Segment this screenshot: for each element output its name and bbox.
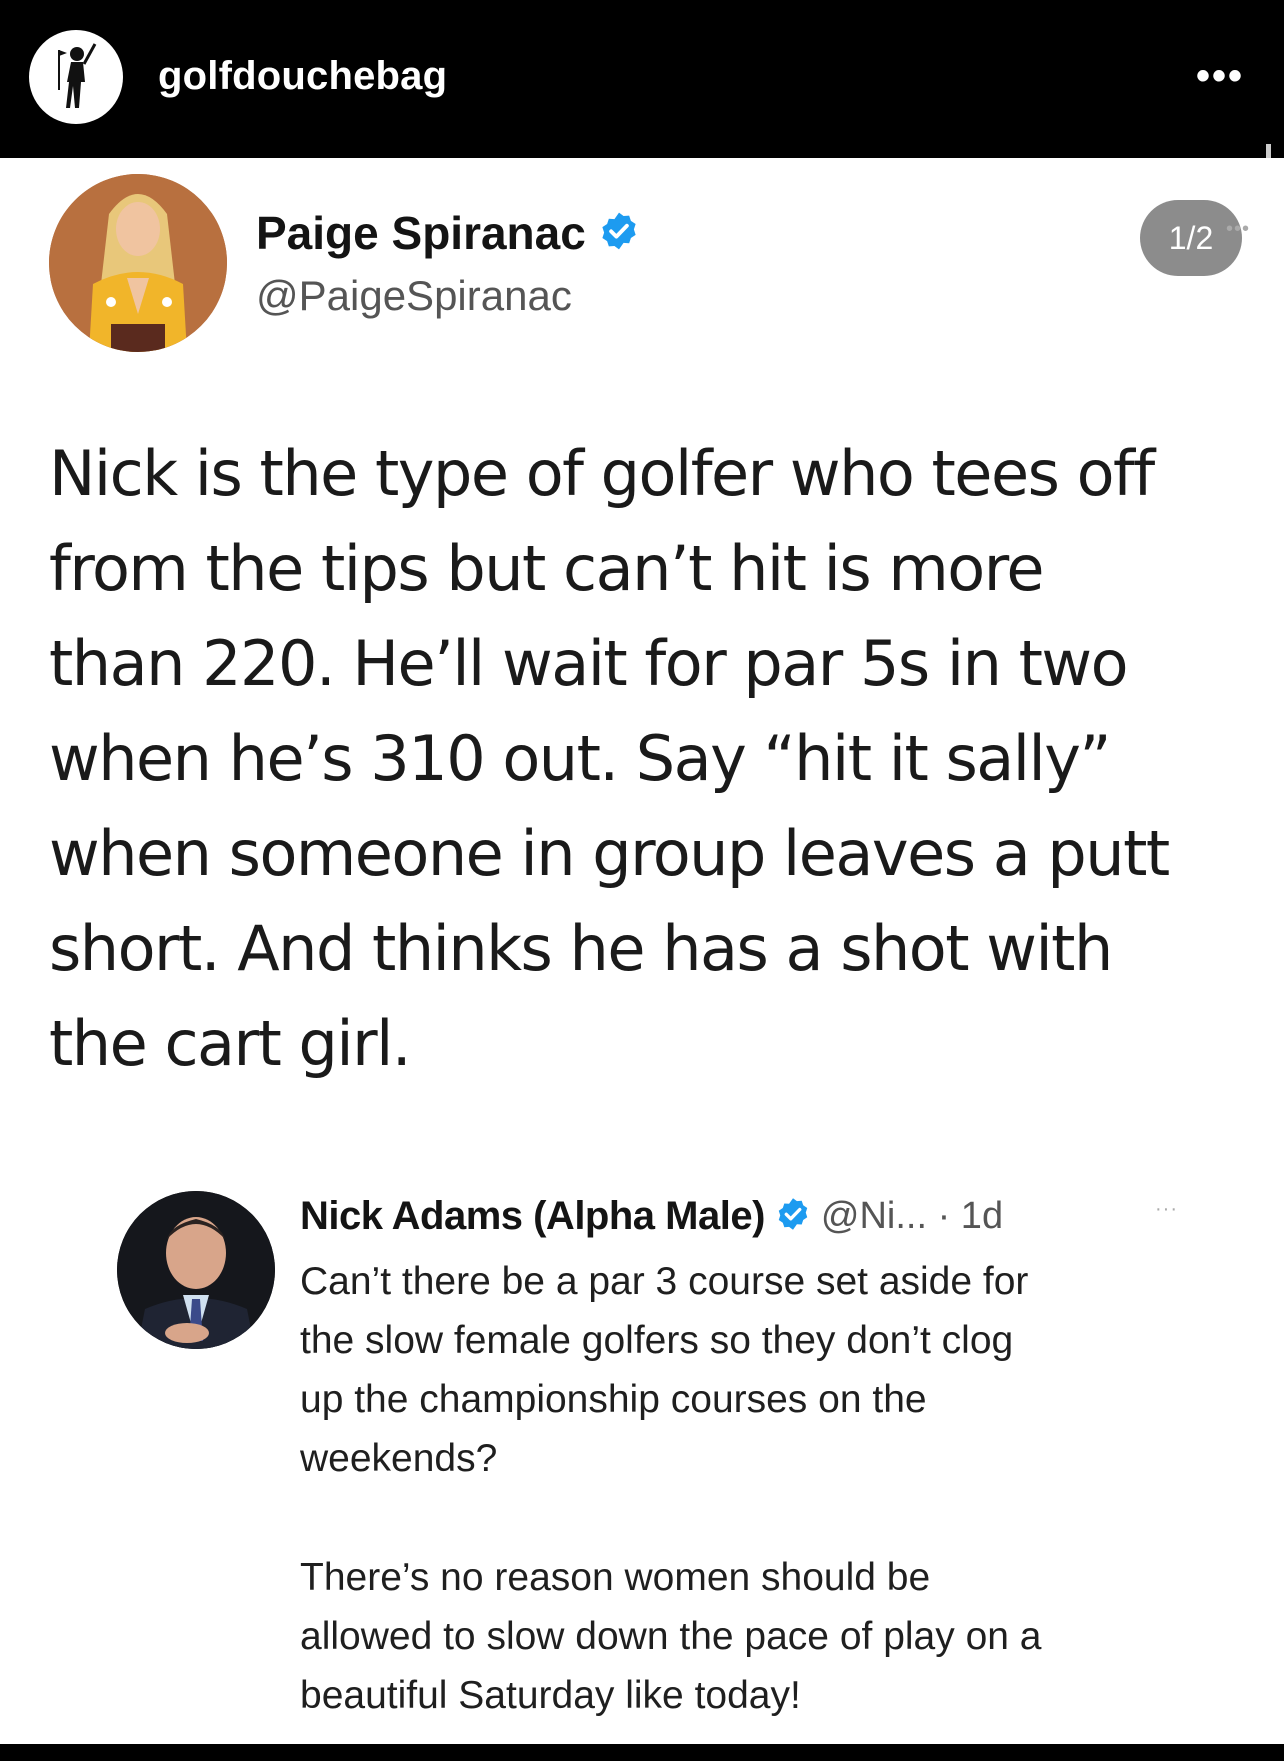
- tweet-text: Nick is the type of golfer who tees off …: [49, 437, 1170, 1080]
- golfer-silhouette-icon: [31, 32, 121, 122]
- tweet-author-name: Paige Spiranac: [256, 207, 586, 259]
- account-avatar[interactable]: [29, 30, 123, 124]
- more-dots-icon: •••: [1226, 218, 1251, 240]
- bottom-bar: [0, 1744, 1284, 1761]
- quoted-tweet-header: Nick Adams (Alpha Male) @Ni... · 1d: [300, 1194, 1003, 1239]
- tweet-author-row: Paige Spiranac: [256, 206, 640, 260]
- account-username[interactable]: golfdouchebag: [158, 54, 447, 99]
- nick-avatar: [117, 1191, 275, 1349]
- quoted-author-handle: @Ni... · 1d: [820, 1195, 1004, 1237]
- quoted-tweet-text-1: Can’t there be a par 3 course set aside …: [300, 1260, 1029, 1480]
- quoted-tweet-text-2: There’s no reason women should be allowe…: [300, 1556, 1042, 1717]
- more-options-icon[interactable]: •••: [1196, 56, 1244, 96]
- verified-badge-icon: [598, 210, 640, 257]
- more-horizontal-icon: ···: [1155, 1198, 1178, 1220]
- tweet-author-handle: @PaigeSpiranac: [256, 272, 572, 319]
- verified-badge-icon: [775, 1196, 811, 1237]
- quoted-author-name: Nick Adams (Alpha Male): [300, 1194, 765, 1238]
- post-image: Paige Spiranac @PaigeSpiranac 1/2 ••• Ni…: [0, 158, 1284, 1744]
- paige-avatar: [49, 174, 227, 352]
- instagram-header: golfdouchebag •••: [0, 0, 1284, 158]
